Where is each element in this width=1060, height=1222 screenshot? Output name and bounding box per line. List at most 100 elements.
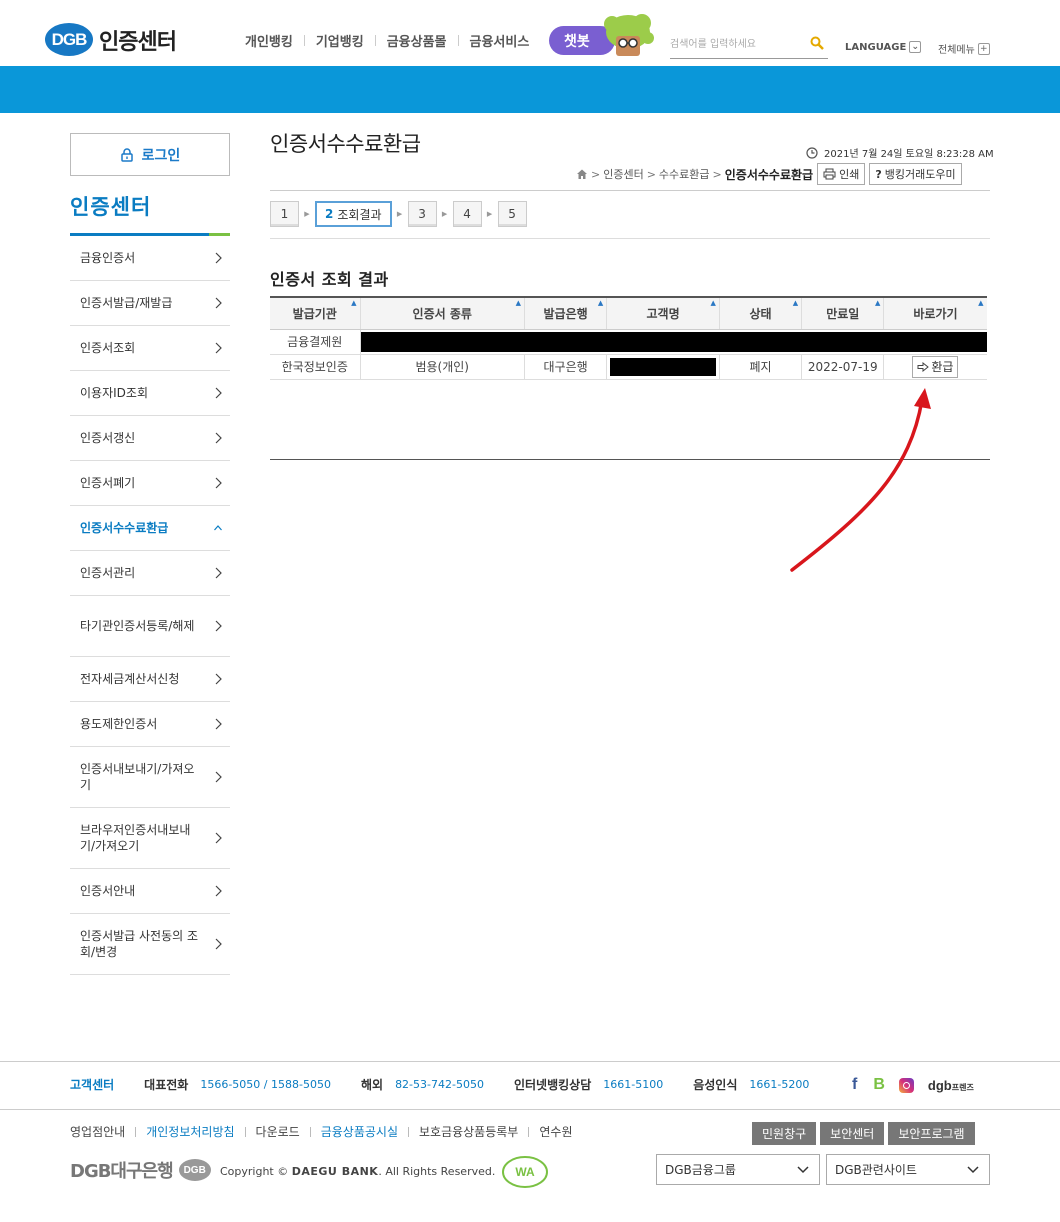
breadcrumb-separator: > — [591, 167, 601, 181]
header: DGB 인증센터 개인뱅킹 기업뱅킹 금융상품몰 금융서비스 챗봇 LANGUA… — [0, 0, 1060, 66]
sidebar-item[interactable]: 인증서조회 — [70, 326, 230, 371]
sidebar-item-label: 타기관인증서등록/해제 — [80, 619, 195, 633]
sidebar-item-label: 인증서관리 — [80, 566, 136, 580]
nav-financial-service[interactable]: 금융서비스 — [470, 31, 530, 50]
dgb-group-select[interactable]: DGB금융그룹 — [656, 1154, 820, 1185]
breadcrumb: > 인증센터 > 수수료환급 > 인증서수수료환급 인쇄 ? 뱅킹거래도우미 — [576, 163, 962, 185]
dgb-friends-icon[interactable]: dgb프렌즈 — [928, 1078, 974, 1093]
chatbot-character-icon[interactable] — [602, 12, 654, 58]
step-number: 1 — [280, 207, 289, 221]
col-header-issuer[interactable]: 발급기관 ▲ — [270, 296, 360, 330]
contact-label: 음성인식 — [693, 1078, 738, 1092]
search-icon[interactable] — [810, 36, 824, 50]
footer-divider — [0, 1109, 1060, 1110]
sort-icon: ▲ — [792, 299, 799, 307]
footer-divider — [0, 1061, 1060, 1062]
sidebar-item[interactable]: 인증서갱신 — [70, 416, 230, 461]
question-icon: ? — [875, 167, 882, 181]
facebook-icon[interactable]: f — [852, 1076, 857, 1094]
related-sites-select[interactable]: DGB관련사이트 — [826, 1154, 990, 1185]
col-header-bank[interactable]: 발급은행 ▲ — [523, 296, 607, 330]
footer-link[interactable]: 금융상품공시실 — [321, 1123, 398, 1140]
sort-icon: ▲ — [515, 299, 521, 307]
table-row[interactable]: 한국정보인증 범용(개인) 대구은행 폐지 2022-07-19 환급 — [270, 354, 987, 380]
footer-link[interactable]: 개인정보처리방침 — [146, 1123, 234, 1140]
footer-contact: 고객센터 대표전화 1566-5050 / 1588-5050 해외 82-53… — [70, 1076, 839, 1093]
sidebar-item-label: 인증서발급 사전동의 조회/변경 — [80, 929, 199, 959]
sidebar-item[interactable]: 타기관인증서등록/해제 — [70, 596, 230, 657]
sidebar-item[interactable]: 인증서수수료환급 — [70, 506, 230, 551]
all-menu-button[interactable]: 전체메뉴 + — [938, 41, 990, 56]
chevron-down-icon: ⌄ — [909, 41, 922, 53]
step-number: 4 — [463, 207, 471, 221]
chevron-right-icon — [215, 938, 222, 950]
refund-button[interactable]: 환급 — [912, 355, 959, 378]
breadcrumb-item[interactable]: 수수료환급 — [659, 166, 710, 182]
footer-link[interactable]: 연수원 — [539, 1123, 572, 1140]
all-menu-label: 전체메뉴 — [938, 45, 975, 56]
nav-product-mall[interactable]: 금융상품몰 — [387, 31, 447, 50]
banking-helper-button[interactable]: ? 뱅킹거래도우미 — [869, 163, 962, 185]
sidebar-item[interactable]: 전자세금계산서신청 — [70, 657, 230, 702]
footer-link[interactable]: 영업점안내 — [70, 1123, 125, 1140]
nav-personal-banking[interactable]: 개인뱅킹 — [245, 31, 293, 50]
dgb-group-select-value: DGB금융그룹 — [665, 1163, 736, 1177]
step-1: 1 — [270, 201, 299, 227]
sidebar-item[interactable]: 금융인증서 — [70, 236, 230, 281]
footer-link[interactable]: 보호금융상품등록부 — [419, 1123, 518, 1140]
complaint-button[interactable]: 민원창구 — [752, 1122, 817, 1145]
sidebar-item[interactable]: 인증서관리 — [70, 551, 230, 596]
contact-label: 대표전화 — [144, 1078, 189, 1092]
footer-buttons: 민원창구 보안센터 보안프로그램 — [752, 1122, 979, 1145]
sidebar-item[interactable]: 인증서안내 — [70, 869, 230, 914]
login-button[interactable]: 로그인 — [70, 133, 230, 176]
banking-helper-label: 뱅킹거래도우미 — [884, 168, 956, 181]
sidebar-item[interactable]: 인증서폐기 — [70, 461, 230, 506]
footer-logo-text: DGB대구은행 — [70, 1161, 174, 1182]
footer-link-divider — [309, 1126, 311, 1137]
sidebar-item[interactable]: 인증서내보내기/가져오기 — [70, 747, 230, 808]
breadcrumb-separator: > — [646, 167, 656, 181]
col-header-expiry[interactable]: 만료일 ▲ — [801, 296, 884, 330]
col-header-status[interactable]: 상태 ▲ — [718, 296, 802, 330]
language-selector[interactable]: LANGUAGE ⌄ — [845, 41, 922, 53]
sidebar-menu: 금융인증서 인증서발급/재발급인증서조회이용자ID조회 인증서갱신 인증서폐기 인증서수… — [70, 236, 230, 975]
sidebar-item[interactable]: 이용자ID조회 — [70, 371, 230, 416]
security-center-button[interactable]: 보안센터 — [820, 1122, 885, 1145]
chevron-right-icon — [215, 432, 222, 444]
sidebar-item[interactable]: 인증서발급/재발급 — [70, 281, 230, 326]
security-program-button[interactable]: 보안프로그램 — [888, 1122, 975, 1145]
sidebar-item[interactable]: 브라우저인증서내보내기/가져오기 — [70, 808, 230, 869]
nav-business-banking[interactable]: 기업뱅킹 — [316, 31, 364, 50]
footer-link[interactable]: 다운로드 — [256, 1123, 300, 1140]
divider — [270, 238, 990, 239]
home-icon[interactable] — [576, 168, 588, 180]
col-header-cert-type[interactable]: 인증서 종류 ▲ — [359, 296, 525, 330]
logo[interactable]: DGB 인증센터 — [45, 23, 177, 56]
print-button[interactable]: 인쇄 — [817, 163, 866, 185]
footer-links: 영업점안내 개인정보처리방침 다운로드 금융상품공시실 보호금융상품등록부 연수원 — [70, 1123, 572, 1140]
search-input[interactable] — [670, 33, 800, 55]
divider — [270, 190, 990, 191]
table-row[interactable]: 금융결제원 — [270, 329, 987, 355]
instagram-icon[interactable] — [898, 1077, 914, 1093]
logo-text: 인증센터 — [99, 29, 177, 55]
chevron-right-icon — [215, 673, 222, 685]
chevron-right-icon — [215, 567, 222, 579]
sidebar-item-label: 인증서내보내기/가져오기 — [80, 762, 195, 792]
col-header-customer[interactable]: 고객명 ▲ — [606, 296, 720, 330]
chevron-down-icon — [797, 1165, 809, 1173]
breadcrumb-item[interactable]: 인증센터 — [603, 166, 643, 182]
blog-icon[interactable]: B — [873, 1076, 885, 1094]
contact-label: 해외 — [360, 1078, 384, 1092]
web-accessibility-mark-icon: WA — [502, 1156, 548, 1188]
col-header-shortcut[interactable]: 바로가기 ▲ — [883, 296, 987, 330]
sidebar-item[interactable]: 용도제한인증서 — [70, 702, 230, 747]
redacted-cell — [359, 329, 987, 355]
global-nav: 개인뱅킹 기업뱅킹 금융상품몰 금융서비스 — [245, 31, 529, 50]
chevron-right-icon — [215, 885, 222, 897]
sidebar-item-label: 인증서조회 — [80, 341, 136, 355]
contact-value: 82-53-742-5050 — [395, 1078, 484, 1091]
sidebar-item[interactable]: 인증서발급 사전동의 조회/변경 — [70, 914, 230, 975]
footer-link-divider — [135, 1126, 137, 1137]
